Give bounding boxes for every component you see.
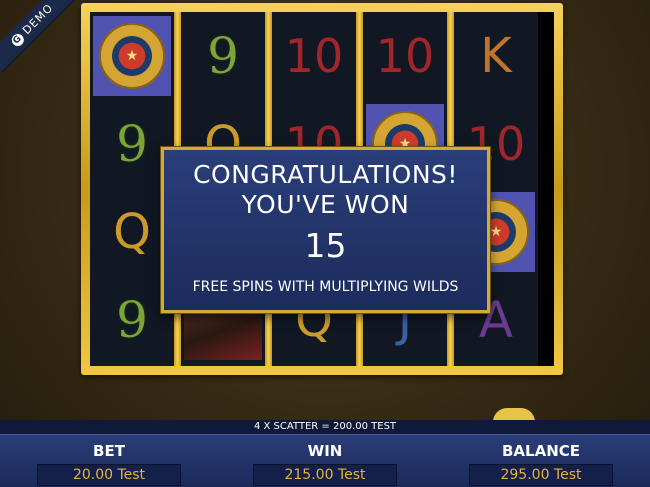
reel-cell: K bbox=[454, 12, 538, 100]
bet-value: 20.00 Test bbox=[37, 464, 181, 486]
balance-value: 295.00 Test bbox=[469, 464, 613, 486]
reel-cell: 10 bbox=[363, 12, 447, 100]
card-symbol: 10 bbox=[375, 29, 435, 83]
card-symbol: K bbox=[480, 28, 512, 84]
demo-badge: GDEMO bbox=[0, 0, 81, 73]
scatter-badge-icon: ★ bbox=[99, 23, 165, 89]
popup-description: FREE SPINS WITH MULTIPLYING WILDS bbox=[192, 279, 459, 295]
card-symbol: 9 bbox=[207, 27, 239, 85]
card-symbol: Q bbox=[113, 204, 151, 260]
balance-label: BALANCE bbox=[501, 442, 581, 460]
scatter-symbol: ★ bbox=[93, 16, 171, 96]
popup-title: CONGRATULATIONS! bbox=[193, 160, 458, 189]
free-spins-popup[interactable]: CONGRATULATIONS! YOU'VE WON 15 FREE SPIN… bbox=[161, 147, 490, 313]
popup-subtitle: YOU'VE WON bbox=[241, 190, 410, 219]
win-value: 215.00 Test bbox=[253, 464, 397, 486]
win-line-strip: 4 X SCATTER = 200.00 TEST bbox=[0, 420, 650, 434]
card-symbol: 10 bbox=[284, 29, 344, 83]
reel-cell: 10 bbox=[272, 12, 356, 100]
reel-cell: ★ bbox=[90, 12, 174, 100]
provider-logo-icon: G bbox=[9, 31, 27, 49]
card-symbol: 9 bbox=[116, 291, 148, 349]
free-spins-count: 15 bbox=[304, 226, 347, 265]
balance-panel: BALANCE 295.00 Test bbox=[451, 435, 631, 486]
demo-label: DEMO bbox=[20, 1, 56, 38]
win-label: WIN bbox=[307, 442, 343, 460]
win-panel: WIN 215.00 Test bbox=[235, 435, 415, 486]
bottom-bar: BET 20.00 Test WIN 215.00 Test BALANCE 2… bbox=[0, 434, 650, 487]
card-symbol: 9 bbox=[116, 115, 148, 173]
star-icon: ★ bbox=[125, 48, 139, 64]
bet-label: BET bbox=[93, 442, 125, 460]
bet-panel[interactable]: BET 20.00 Test bbox=[19, 435, 199, 486]
reel-cell: 9 bbox=[181, 12, 265, 100]
